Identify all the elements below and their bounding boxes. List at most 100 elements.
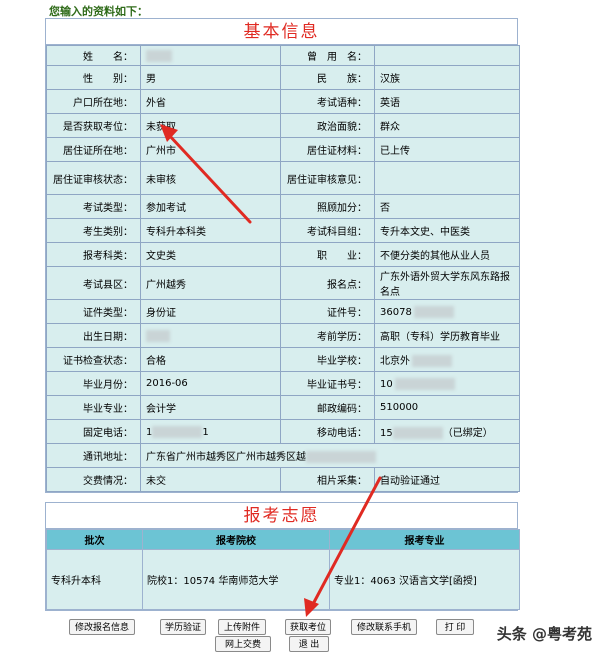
exit-button[interactable]: 退 出 [289, 636, 329, 652]
info-value: 未获取 [140, 113, 281, 138]
redaction-blur [392, 427, 443, 439]
info-label: 性 别： [46, 65, 141, 90]
info-label: 职 业： [280, 242, 375, 267]
redaction-blur [394, 377, 455, 390]
info-value: 合格 [140, 347, 281, 372]
redaction-blur [146, 329, 170, 342]
wish-panel: 报考志愿 批次 报考院校 报考专业 专科升本科 院校1：10574 华南师范大学… [45, 502, 520, 611]
page: 您输入的资料如下： 基本信息 姓 名：曾 用 名：性 别：男民 族： 汉族 户口所在… [0, 0, 600, 660]
redaction-blur [306, 451, 376, 463]
info-row: 毕业月份： 2016-06 毕业证书号： 10 [46, 371, 520, 396]
info-value: 广东外语外贸大学东风东路报名点 [374, 266, 520, 300]
info-label: 曾 用 名： [280, 45, 375, 66]
redaction-blur [146, 49, 172, 62]
basic-info-panel: 基本信息 姓 名：曾 用 名：性 别：男民 族： 汉族 户口所在地： 外省 考试语种：英… [45, 18, 520, 493]
info-row: 固定电话： 1 1 移动电话： 15 （已绑定） [46, 419, 520, 444]
basic-info-title: 基本信息 [46, 19, 517, 45]
info-value: 参加考试 [140, 194, 281, 219]
info-row: 考试类型： 参加考试 照顾加分：否 [46, 194, 520, 219]
info-value: 已上传 [374, 137, 520, 162]
info-label: 考试县区： [46, 266, 141, 300]
info-label: 交费情况： [46, 467, 141, 492]
info-label: 移动电话： [280, 419, 375, 444]
info-value: 文史类 [140, 242, 281, 267]
info-row: 通讯地址： 广东省广州市越秀区广州市越秀区越 [46, 443, 520, 468]
info-row: 居住证所在地： 广州市 居住证材料： 已上传 [46, 137, 520, 162]
basic-info-table: 姓 名：曾 用 名：性 别：男民 族： 汉族 户口所在地： 外省 考试语种： 英语 是否获取… [46, 45, 520, 492]
info-value: 广州越秀 [140, 266, 281, 300]
info-value [374, 161, 520, 195]
info-label: 考试语种： [280, 89, 375, 114]
info-value: 否 [374, 194, 520, 219]
info-value: 未审核 [140, 161, 281, 195]
info-label: 邮政编码： [280, 395, 375, 420]
wish-header-major: 报考专业 [329, 529, 520, 550]
info-label: 证件类型： [46, 299, 141, 324]
info-value: 群众 [374, 113, 520, 138]
wish-batch: 专科升本科 [46, 549, 143, 610]
info-row: 报考科类： 文史类职 业： 不便分类的其他从业人员 [46, 242, 520, 267]
info-value: 北京外 [374, 347, 520, 372]
info-label: 居住证材料： [280, 137, 375, 162]
info-label: 证书检查状态： [46, 347, 141, 372]
info-value: 外省 [140, 89, 281, 114]
info-label: 民 族： [280, 65, 375, 90]
modify-info-button[interactable]: 修改报名信息 [69, 619, 135, 635]
info-label: 居住证所在地： [46, 137, 141, 162]
info-value-redacted [140, 45, 281, 66]
redaction-blur [413, 305, 454, 318]
info-value: 15 （已绑定） [374, 419, 520, 444]
education-verify-button[interactable]: 学历验证 [160, 619, 206, 635]
info-value: 2016-06 [140, 371, 281, 396]
info-row: 证书检查状态： 合格 毕业学校： 北京外 [46, 347, 520, 372]
modify-phone-button[interactable]: 修改联系手机 [351, 619, 417, 635]
info-value: 专科升本科类 [140, 218, 281, 243]
info-label: 户口所在地： [46, 89, 141, 114]
info-value: 汉族 [374, 65, 520, 90]
info-label: 相片采集： [280, 467, 375, 492]
info-label: 考试类型： [46, 194, 141, 219]
info-label: 政治面貌： [280, 113, 375, 138]
info-row: 居住证审核状态： 未审核 居住证审核意见： [46, 161, 520, 195]
print-button[interactable]: 打 印 [436, 619, 474, 635]
info-row: 是否获取考位： 未获取 政治面貌： 群众 [46, 113, 520, 138]
info-label: 照顾加分： [280, 194, 375, 219]
wish-header-batch: 批次 [46, 529, 143, 550]
info-row: 考试县区： 广州越秀 报名点： 广东外语外贸大学东风东路报名点 [46, 266, 520, 300]
info-row: 证件类型： 身份证 证件号： 36078 [46, 299, 520, 324]
info-value: 男 [140, 65, 281, 90]
info-label: 考生类别： [46, 218, 141, 243]
wish-header-school: 报考院校 [142, 529, 330, 550]
info-row: 姓 名： 曾 用 名： [46, 45, 520, 66]
redaction-blur [152, 425, 203, 438]
info-row: 户口所在地： 外省 考试语种： 英语 [46, 89, 520, 114]
address-value: 广东省广州市越秀区广州市越秀区越 [140, 443, 520, 468]
get-seat-button[interactable]: 获取考位 [285, 619, 331, 635]
info-label: 考前学历： [280, 323, 375, 348]
info-row: 出生日期： 考前学历： 高职（专科）学历教育毕业 [46, 323, 520, 348]
info-value: 广州市 [140, 137, 281, 162]
info-value: 自动验证通过 [374, 467, 520, 492]
intro-text: 您输入的资料如下： [49, 5, 148, 18]
info-value: 英语 [374, 89, 520, 114]
info-value: 36078 [374, 299, 520, 324]
info-value: 会计学 [140, 395, 281, 420]
info-label: 是否获取考位： [46, 113, 141, 138]
watermark: 头条 @粤考苑 [496, 625, 592, 643]
info-row: 毕业专业： 会计学 邮政编码： 510000 [46, 395, 520, 420]
info-label: 毕业学校： [280, 347, 375, 372]
info-value: 10 [374, 371, 520, 396]
info-row: 性 别：男民 族： 汉族 [46, 65, 520, 90]
info-row: 考生类别： 专科升本科类 考试科目组： 专升本文史、中医类 [46, 218, 520, 243]
info-value: 11 [140, 419, 281, 444]
wish-title: 报考志愿 [46, 503, 517, 529]
info-label: 毕业专业： [46, 395, 141, 420]
info-label: 考试科目组： [280, 218, 375, 243]
info-value: 510000 [374, 395, 520, 420]
upload-attachment-button[interactable]: 上传附件 [218, 619, 266, 635]
info-label: 通讯地址： [46, 443, 141, 468]
info-label: 出生日期： [46, 323, 141, 348]
info-value: 身份证 [140, 299, 281, 324]
online-pay-button[interactable]: 网上交费 [215, 636, 271, 652]
info-value: 未交 [140, 467, 281, 492]
